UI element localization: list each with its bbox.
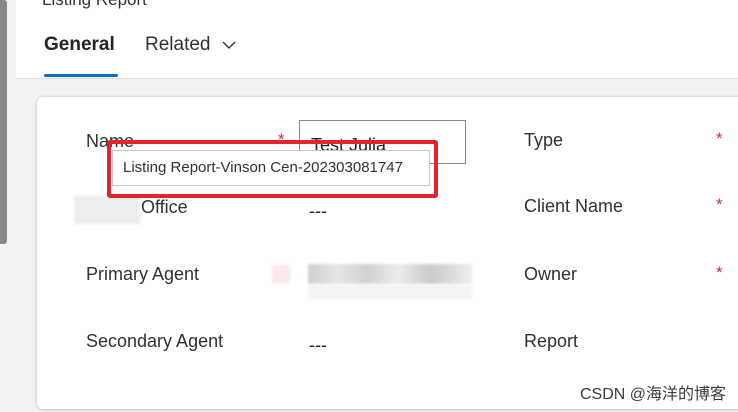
tab-selected-indicator (44, 74, 118, 77)
tab-related-label: Related (145, 34, 211, 56)
redacted-label-prefix (74, 196, 140, 224)
redacted-primary-agent-value[interactable] (308, 264, 472, 284)
redacted-required-marker (272, 265, 290, 283)
type-label: Type (524, 130, 564, 150)
report-label: Report (524, 331, 579, 351)
chevron-down-icon (222, 34, 236, 56)
type-required-marker: * (716, 129, 723, 148)
record-header: Listing Report General Related (16, 0, 738, 79)
office-value[interactable]: --- (309, 201, 327, 222)
client-name-required-marker: * (716, 195, 723, 214)
primary-agent-label: Primary Agent (86, 264, 200, 284)
redacted-primary-agent-value-lower (308, 285, 472, 299)
record-title: Listing Report (42, 0, 147, 10)
page-scrollbar[interactable] (0, 0, 7, 244)
office-label: Office (141, 197, 188, 217)
tab-general-label: General (44, 34, 115, 55)
client-name-label: Client Name (524, 196, 624, 216)
watermark: CSDN @海洋的博客 (579, 386, 726, 403)
annotation-highlight-box (107, 140, 438, 198)
tab-related[interactable]: Related (145, 34, 236, 56)
owner-label: Owner (524, 264, 578, 284)
secondary-agent-value[interactable]: --- (309, 335, 327, 356)
owner-required-marker: * (716, 263, 723, 282)
tab-general[interactable]: General (44, 34, 115, 56)
secondary-agent-label: Secondary Agent (86, 331, 224, 351)
